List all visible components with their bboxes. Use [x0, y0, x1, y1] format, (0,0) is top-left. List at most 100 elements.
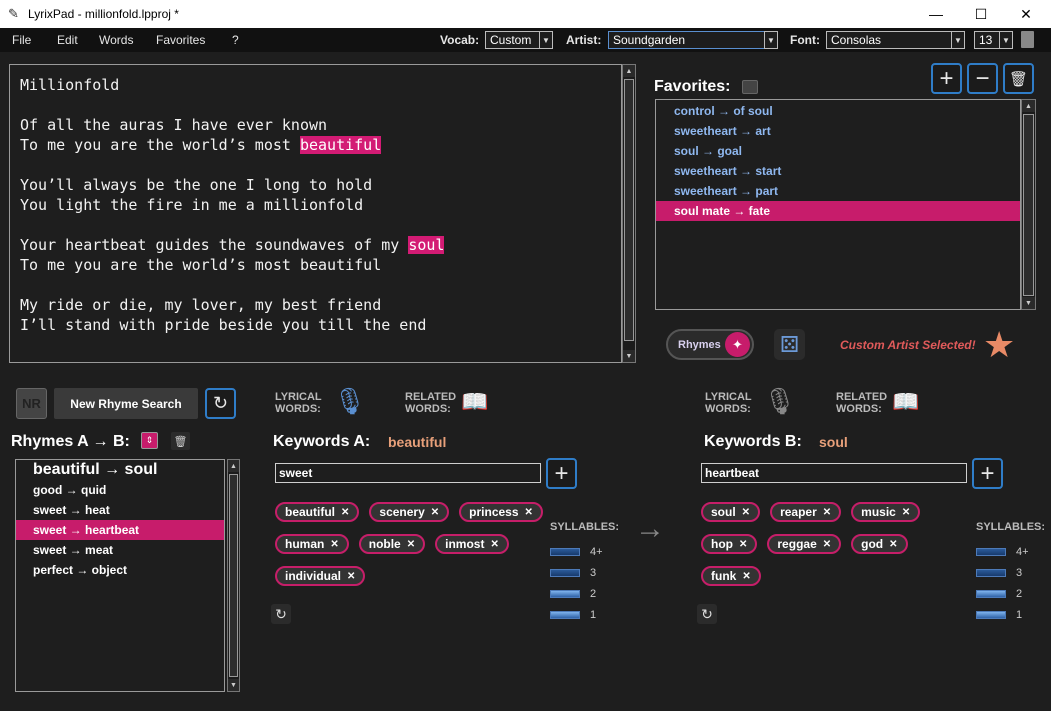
scroll-down-arrow[interactable]: ▼	[623, 350, 635, 362]
syllable-bar[interactable]	[976, 548, 1006, 556]
syllable-bar[interactable]	[976, 611, 1006, 619]
star-icon[interactable]: ★	[983, 326, 1015, 364]
add-keyword-b-button[interactable]: +	[972, 458, 1003, 489]
fav-scroll-up-arrow[interactable]: ▲	[1022, 100, 1035, 112]
rhymes-list[interactable]: beautiful → soul good → quid sweet → heat…	[15, 459, 225, 692]
document-icon[interactable]	[1021, 31, 1034, 48]
keyword-tag[interactable]: noble ✕	[358, 534, 426, 554]
favorites-scrollbar[interactable]: ▲ ▼	[1021, 99, 1036, 310]
sort-toggle-icon[interactable]: ⇕	[141, 432, 158, 449]
remove-tag-icon[interactable]: ✕	[490, 539, 498, 550]
microphone-icon[interactable]: 🎙	[763, 386, 796, 416]
syllable-bar[interactable]	[976, 569, 1006, 577]
syllable-option[interactable]: 1	[976, 609, 1022, 621]
syllable-bar[interactable]	[550, 569, 580, 577]
keyword-tag[interactable]: human ✕	[275, 534, 349, 554]
refresh-icon[interactable]: ↻	[697, 604, 717, 624]
vocab-select[interactable]: Custom	[485, 31, 540, 49]
favorite-item[interactable]: soul → goal	[656, 141, 1020, 161]
keywords-a-input[interactable]	[275, 463, 541, 483]
add-favorite-button[interactable]: +	[931, 63, 962, 94]
menu-words[interactable]: Words	[99, 33, 133, 47]
new-rhyme-search-button[interactable]: New Rhyme Search	[54, 388, 198, 419]
fav-scroll-down-arrow[interactable]: ▼	[1022, 297, 1035, 309]
remove-tag-icon[interactable]: ✕	[347, 571, 355, 582]
microphone-icon[interactable]: 🎙	[333, 386, 366, 416]
favorites-list[interactable]: control → of soul sweetheart → art soul → …	[655, 99, 1021, 310]
remove-tag-icon[interactable]: ✕	[330, 539, 338, 550]
syllables-selector-a[interactable]: 4+ 3 2 1	[550, 546, 610, 628]
syllable-bar[interactable]	[550, 590, 580, 598]
rhymes-scroll-up-arrow[interactable]: ▲	[228, 460, 239, 472]
refresh-icon[interactable]: ↻	[271, 604, 291, 624]
favorite-item[interactable]: soul mate → fate	[656, 201, 1020, 221]
keyword-tag[interactable]: soul ✕	[701, 502, 761, 522]
editor-scrollbar[interactable]: ▲ ▼	[622, 64, 636, 363]
book-icon[interactable]: 📖	[461, 389, 488, 415]
rhyme-item[interactable]: sweet → heartbeat	[16, 520, 224, 540]
favorite-item[interactable]: sweetheart → art	[656, 121, 1020, 141]
rhyme-item[interactable]: sweet → meat	[16, 540, 224, 560]
remove-tag-icon[interactable]: ✕	[742, 571, 750, 582]
remove-tag-icon[interactable]: ✕	[407, 539, 415, 550]
font-size-select[interactable]: 13	[974, 31, 1000, 49]
maximize-button[interactable]: ☐	[958, 0, 1004, 28]
syllable-option[interactable]: 2	[976, 588, 1022, 600]
syllable-option[interactable]: 4+	[550, 546, 603, 558]
dice-icon[interactable]: ⚄	[774, 329, 805, 360]
trash-icon[interactable]: 🗑	[1003, 63, 1034, 94]
remove-tag-icon[interactable]: ✕	[739, 539, 747, 550]
keyword-tag[interactable]: god ✕	[851, 534, 908, 554]
keyword-tag[interactable]: hop ✕	[701, 534, 758, 554]
rhymes-toggle[interactable]: Rhymes ✦	[666, 329, 754, 360]
vocab-dropdown-arrow[interactable]: ▼	[539, 31, 553, 49]
syllable-bar[interactable]	[550, 548, 580, 556]
syllable-bar[interactable]	[976, 590, 1006, 598]
remove-tag-icon[interactable]: ✕	[823, 539, 831, 550]
keyword-tag[interactable]: princess ✕	[459, 502, 543, 522]
nr-badge[interactable]: NR	[16, 388, 47, 419]
keyword-tag[interactable]: individual ✕	[275, 566, 366, 586]
syllable-option[interactable]: 3	[976, 567, 1022, 579]
remove-tag-icon[interactable]: ✕	[889, 539, 897, 550]
menu-favorites[interactable]: Favorites	[156, 33, 205, 47]
rhyme-item[interactable]: perfect → object	[16, 560, 224, 580]
remove-tag-icon[interactable]: ✕	[431, 507, 439, 518]
book-icon[interactable]: 📖	[892, 389, 919, 415]
syllable-option[interactable]: 2	[550, 588, 596, 600]
fav-scroll-thumb[interactable]	[1023, 114, 1034, 296]
remove-tag-icon[interactable]: ✕	[341, 507, 349, 518]
close-button[interactable]: ✕	[1003, 0, 1049, 28]
favorites-collapse-button[interactable]	[742, 80, 758, 94]
keyword-tag[interactable]: reggae ✕	[767, 534, 842, 554]
syllable-option[interactable]: 1	[550, 609, 596, 621]
syllable-option[interactable]: 3	[550, 567, 596, 579]
scroll-up-arrow[interactable]: ▲	[623, 65, 635, 77]
rhymes-scrollbar[interactable]: ▲ ▼	[227, 459, 240, 692]
minimize-button[interactable]: —	[913, 0, 959, 28]
remove-favorite-button[interactable]: −	[967, 63, 998, 94]
artist-select[interactable]: Soundgarden	[608, 31, 765, 49]
rhyme-item[interactable]: sweet → heat	[16, 500, 224, 520]
rhyme-item[interactable]: good → quid	[16, 480, 224, 500]
menu-edit[interactable]: Edit	[57, 33, 78, 47]
syllable-bar[interactable]	[550, 611, 580, 619]
favorite-item[interactable]: sweetheart → part	[656, 181, 1020, 201]
remove-tag-icon[interactable]: ✕	[742, 507, 750, 518]
refresh-icon[interactable]: ↻	[205, 388, 236, 419]
scroll-thumb[interactable]	[624, 79, 634, 341]
font-size-dropdown-arrow[interactable]: ▼	[999, 31, 1013, 49]
add-keyword-a-button[interactable]: +	[546, 458, 577, 489]
rhymes-scroll-down-arrow[interactable]: ▼	[228, 679, 239, 691]
keyword-tag[interactable]: reaper ✕	[770, 502, 842, 522]
menu-help[interactable]: ?	[232, 33, 239, 47]
remove-tag-icon[interactable]: ✕	[525, 507, 533, 518]
trash-icon[interactable]: 🗑	[171, 432, 190, 450]
remove-tag-icon[interactable]: ✕	[902, 507, 910, 518]
syllables-selector-b[interactable]: 4+ 3 2 1	[976, 546, 1036, 628]
rhymes-scroll-thumb[interactable]	[229, 474, 238, 677]
keyword-tag[interactable]: scenery ✕	[369, 502, 450, 522]
keyword-tag[interactable]: funk ✕	[701, 566, 761, 586]
keywords-b-input[interactable]	[701, 463, 967, 483]
syllable-option[interactable]: 4+	[976, 546, 1029, 558]
